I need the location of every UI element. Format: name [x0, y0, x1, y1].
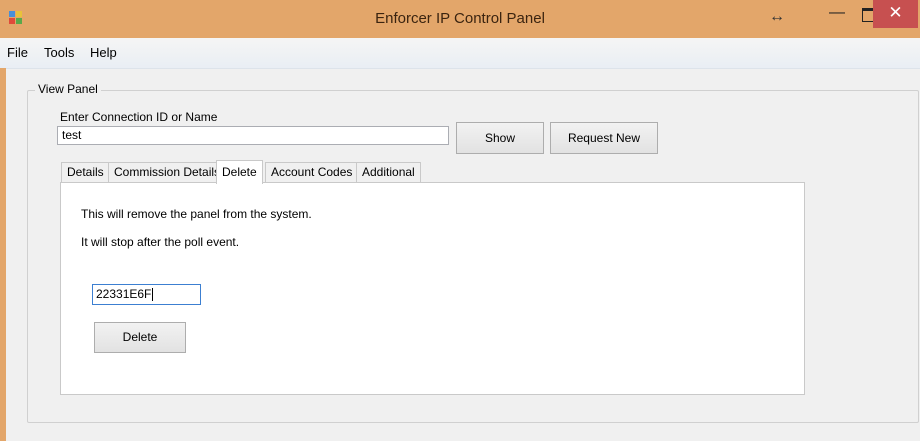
request-new-button[interactable]: Request New	[550, 122, 658, 154]
text-caret	[152, 288, 154, 302]
title-bar[interactable]: Enforcer IP Control Panel ↔ — ✕	[0, 0, 920, 38]
menu-help[interactable]: Help	[90, 45, 117, 60]
panel-id-input[interactable]: 22331E6F	[92, 284, 201, 305]
window-left-border	[0, 68, 6, 441]
delete-info-line-2: It will stop after the poll event.	[81, 235, 240, 249]
minimize-button[interactable]: —	[820, 0, 854, 28]
delete-info-line-1: This will remove the panel from the syst…	[81, 207, 312, 221]
panel-id-value: 22331E6F	[96, 287, 152, 301]
delete-button[interactable]: Delete	[94, 322, 186, 353]
menu-bar: File Tools Help	[0, 38, 920, 69]
tab-delete[interactable]: Delete	[216, 160, 263, 184]
resize-arrows-icon[interactable]: ↔	[769, 8, 785, 26]
tab-additional[interactable]: Additional	[356, 162, 421, 182]
menu-tools[interactable]: Tools	[44, 45, 74, 60]
menu-file[interactable]: File	[7, 45, 28, 60]
connection-input[interactable]: test	[57, 126, 449, 145]
main-window: Enforcer IP Control Panel ↔ — ✕ File Too…	[0, 0, 920, 441]
tab-account-codes[interactable]: Account Codes	[265, 162, 359, 182]
connection-label: Enter Connection ID or Name	[60, 110, 218, 124]
view-panel-label: View Panel	[35, 82, 101, 96]
tab-commission-details[interactable]: Commission Details	[108, 162, 227, 182]
show-button[interactable]: Show	[456, 122, 544, 154]
tab-details[interactable]: Details	[61, 162, 110, 182]
close-button[interactable]: ✕	[873, 0, 918, 28]
